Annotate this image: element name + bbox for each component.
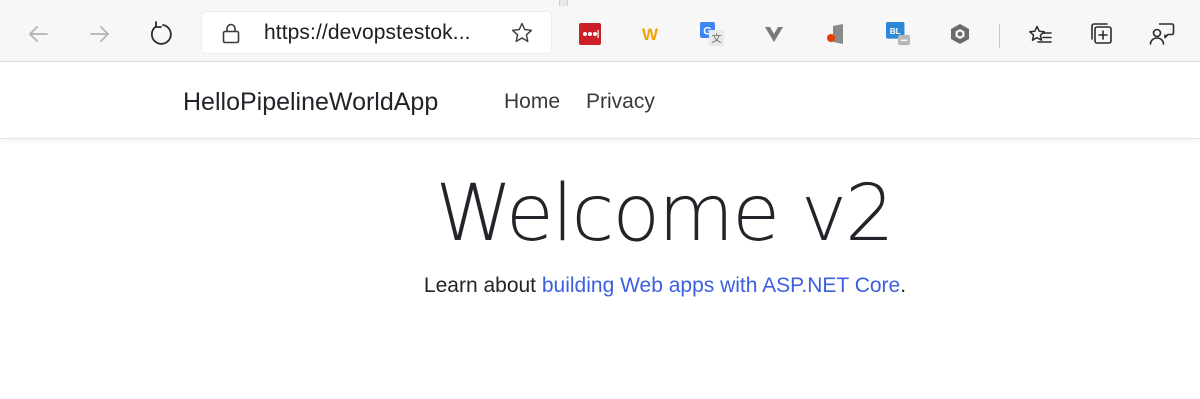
lead-paragraph: Learn about building Web apps with ASP.N… — [0, 270, 1200, 302]
svg-text:文: 文 — [712, 32, 722, 45]
nav-link-privacy[interactable]: Privacy — [586, 63, 655, 139]
v-extension-icon[interactable] — [762, 22, 786, 46]
nav-link-home[interactable]: Home — [504, 63, 560, 139]
forward-arrow-icon — [90, 26, 109, 42]
favorites-button[interactable] — [1020, 14, 1060, 54]
browser-toolbar: https://devopstestok... W G 文 BL — [0, 6, 1200, 62]
feedback-icon — [1149, 23, 1175, 45]
bl-extension-icon[interactable]: BL — [886, 22, 910, 46]
office-extension-icon[interactable] — [824, 22, 848, 46]
w-extension-icon[interactable]: W — [638, 22, 662, 46]
back-button[interactable] — [18, 14, 58, 54]
refresh-button[interactable] — [141, 14, 181, 54]
svg-text:W: W — [642, 25, 659, 44]
collections-icon — [1091, 23, 1112, 44]
svg-text:BL: BL — [890, 26, 901, 36]
toolbar-divider — [999, 24, 1000, 48]
address-bar[interactable]: https://devopstestok... — [202, 12, 551, 53]
back-arrow-icon — [29, 26, 48, 42]
refresh-icon — [150, 21, 172, 45]
lastpass-extension-icon[interactable] — [578, 22, 602, 46]
collections-button[interactable] — [1082, 14, 1122, 54]
page-heading: Welcome v2 — [435, 169, 894, 259]
forward-button[interactable] — [80, 14, 120, 54]
favorites-list-icon — [1029, 25, 1052, 43]
google-translate-extension-icon[interactable]: G 文 — [700, 22, 724, 46]
navbar-brand[interactable]: HelloPipelineWorldApp — [183, 63, 438, 139]
site-navbar: HelloPipelineWorldApp Home Privacy — [0, 63, 1200, 139]
aspnet-core-docs-link[interactable]: building Web apps with ASP.NET Core — [542, 274, 900, 297]
star-icon[interactable] — [510, 21, 534, 45]
feedback-button[interactable] — [1142, 14, 1182, 54]
lead-suffix-text: . — [900, 274, 907, 297]
lead-prefix-text: Learn about — [423, 274, 542, 297]
hexagon-extension-icon[interactable] — [948, 22, 972, 46]
lock-icon[interactable] — [220, 22, 242, 44]
url-text[interactable]: https://devopstestok... — [264, 12, 471, 53]
